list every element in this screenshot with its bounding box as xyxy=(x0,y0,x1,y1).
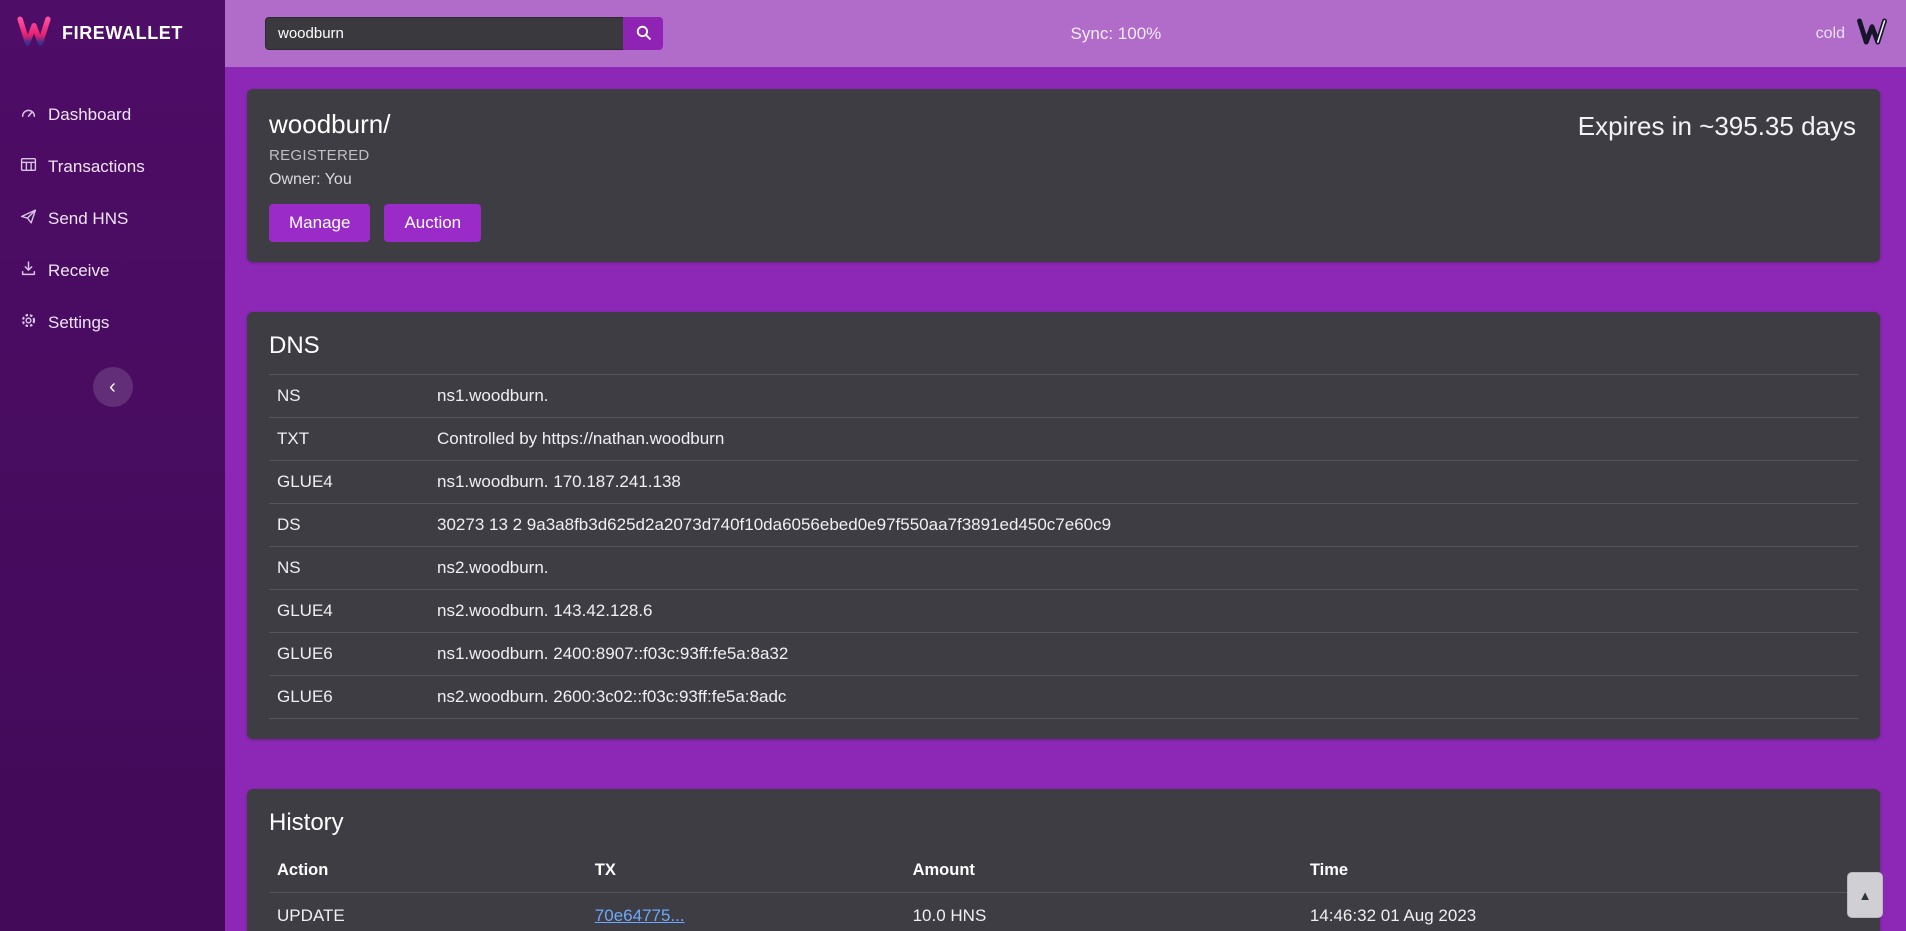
sidebar-item-label: Transactions xyxy=(48,157,145,177)
domain-owner: Owner: You xyxy=(269,171,1858,189)
dns-record-type: DS xyxy=(269,504,429,547)
dns-record-type: TXT xyxy=(269,418,429,461)
dns-card: DNS NSns1.woodburn.TXTControlled by http… xyxy=(247,312,1880,739)
sidebar-item-settings[interactable]: Settings xyxy=(0,297,225,349)
dns-record-type: GLUE4 xyxy=(269,590,429,633)
history-tx: 70e64775... xyxy=(587,893,905,931)
domain-actions: Manage Auction xyxy=(269,204,1858,242)
main-content: woodburn/ REGISTERED Owner: You Manage A… xyxy=(225,0,1906,931)
history-column-header: TX xyxy=(587,851,905,893)
domain-status: REGISTERED xyxy=(269,147,1858,164)
sidebar-item-label: Receive xyxy=(48,261,109,281)
dns-record-row: NSns2.woodburn. xyxy=(269,547,1858,590)
dns-record-row: DS30273 13 2 9a3a8fb3d625d2a2073d740f10d… xyxy=(269,504,1858,547)
sidebar: FIREWALLET Dashboard Transactions xyxy=(0,0,225,931)
dns-record-type: GLUE6 xyxy=(269,633,429,676)
domain-expiry: Expires in ~395.35 days xyxy=(1578,111,1856,142)
history-table: ActionTXAmountTime UPDATE 70e64775... 10.0… xyxy=(269,851,1858,931)
sidebar-collapse-button[interactable]: ‹ xyxy=(93,367,133,407)
dns-record-value: ns2.woodburn. xyxy=(429,547,1858,590)
dns-record-type: NS xyxy=(269,375,429,418)
gear-icon xyxy=(20,312,37,334)
history-card: History ActionTXAmountTime UPDATE 70e6477… xyxy=(247,789,1880,931)
dns-record-type: NS xyxy=(269,547,429,590)
tx-link[interactable]: 70e64775... xyxy=(595,906,685,925)
dns-record-type: GLUE6 xyxy=(269,676,429,719)
history-table-body: UPDATE 70e64775... 10.0 HNS14:46:32 01 Aug… xyxy=(269,893,1858,931)
gauge-icon xyxy=(20,104,37,126)
paper-plane-icon xyxy=(20,208,37,230)
chevron-left-icon: ‹ xyxy=(109,377,116,397)
dns-record-value: ns1.woodburn. 170.187.241.138 xyxy=(429,461,1858,504)
history-time: 14:46:32 01 Aug 2023 xyxy=(1302,893,1858,931)
dns-record-value: ns2.woodburn. 2600:3c02::f03c:93ff:fe5a:… xyxy=(429,676,1858,719)
dns-card-title: DNS xyxy=(269,332,1858,360)
sidebar-item-send-hns[interactable]: Send HNS xyxy=(0,193,225,245)
dns-record-value: ns2.woodburn. 143.42.128.6 xyxy=(429,590,1858,633)
history-column-header: Amount xyxy=(905,851,1302,893)
dns-record-row: GLUE4ns2.woodburn. 143.42.128.6 xyxy=(269,590,1858,633)
sidebar-item-receive[interactable]: Receive xyxy=(0,245,225,297)
history-card-title: History xyxy=(269,809,1858,837)
dns-record-row: NSns1.woodburn. xyxy=(269,375,1858,418)
search-button[interactable] xyxy=(623,17,663,50)
wallet-group: cold xyxy=(1816,18,1888,50)
dns-record-row: GLUE4ns1.woodburn. 170.187.241.138 xyxy=(269,461,1858,504)
brand: FIREWALLET xyxy=(0,0,225,67)
history-header-row: ActionTXAmountTime xyxy=(269,851,1858,893)
dns-record-row: GLUE6ns2.woodburn. 2600:3c02::f03c:93ff:… xyxy=(269,676,1858,719)
sidebar-item-label: Dashboard xyxy=(48,105,131,125)
receive-icon xyxy=(20,260,37,282)
sidebar-item-label: Settings xyxy=(48,313,109,333)
wallet-logo-icon xyxy=(1856,18,1888,50)
dns-record-row: GLUE6ns1.woodburn. 2400:8907::f03c:93ff:… xyxy=(269,633,1858,676)
dns-record-row: TXTControlled by https://nathan.woodburn xyxy=(269,418,1858,461)
brand-name: FIREWALLET xyxy=(62,23,183,44)
sidebar-nav: Dashboard Transactions Send HNS xyxy=(0,67,225,349)
search-input[interactable] xyxy=(265,17,623,50)
sidebar-item-dashboard[interactable]: Dashboard xyxy=(0,89,225,141)
sidebar-item-label: Send HNS xyxy=(48,209,128,229)
domain-card: woodburn/ REGISTERED Owner: You Manage A… xyxy=(247,89,1880,262)
search-icon xyxy=(635,24,652,44)
firewallet-logo-icon xyxy=(16,16,52,51)
dns-record-value: 30273 13 2 9a3a8fb3d625d2a2073d740f10da6… xyxy=(429,504,1858,547)
table-icon xyxy=(20,156,37,178)
dns-record-value: Controlled by https://nathan.woodburn xyxy=(429,418,1858,461)
manage-button[interactable]: Manage xyxy=(269,204,370,242)
topbar: Sync: 100% cold xyxy=(225,0,1906,67)
auction-button[interactable]: Auction xyxy=(384,204,481,242)
wallet-name: cold xyxy=(1816,25,1845,43)
search-group xyxy=(265,17,663,50)
caret-up-icon: ▲ xyxy=(1859,888,1872,903)
sidebar-item-transactions[interactable]: Transactions xyxy=(0,141,225,193)
history-row: UPDATE 70e64775... 10.0 HNS14:46:32 01 Aug… xyxy=(269,893,1858,931)
dns-table-body: NSns1.woodburn.TXTControlled by https://… xyxy=(269,375,1858,719)
dns-table: NSns1.woodburn.TXTControlled by https://… xyxy=(269,374,1858,719)
sync-status: Sync: 100% xyxy=(1071,24,1162,44)
history-column-header: Time xyxy=(1302,851,1858,893)
dns-record-value: ns1.woodburn. 2400:8907::f03c:93ff:fe5a:… xyxy=(429,633,1858,676)
history-amount: 10.0 HNS xyxy=(905,893,1302,931)
history-column-header: Action xyxy=(269,851,587,893)
dns-record-value: ns1.woodburn. xyxy=(429,375,1858,418)
scroll-to-top-button[interactable]: ▲ xyxy=(1847,872,1883,918)
history-action: UPDATE xyxy=(269,893,587,931)
dns-record-type: GLUE4 xyxy=(269,461,429,504)
